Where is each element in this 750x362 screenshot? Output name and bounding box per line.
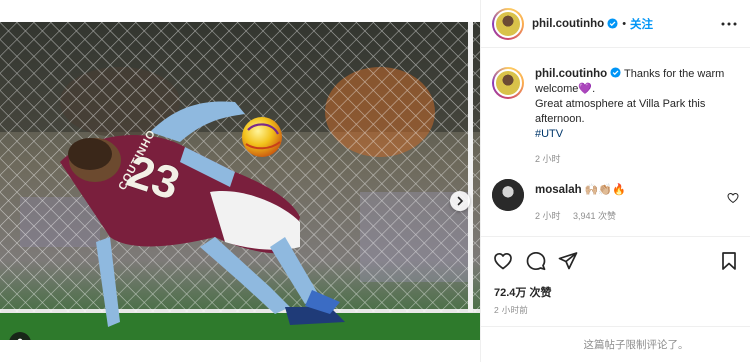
caption-text-line2: Great atmosphere at Villa Park this afte… [535, 98, 706, 125]
share-button[interactable] [557, 250, 579, 272]
post-modal: COUTINHO 23 phil.coutinho • 关注 phil.cout… [0, 0, 750, 362]
post-media[interactable]: COUTINHO 23 [0, 22, 480, 340]
post-age: 2 小时前 [494, 305, 529, 315]
caption-timestamp: 2 小时 [535, 154, 561, 164]
more-options-button[interactable] [720, 15, 738, 33]
user-tag-icon [17, 338, 23, 340]
caption-username[interactable]: phil.coutinho [535, 68, 607, 80]
comment-item: mosalah 🙌🏼👏🏼🔥 2 小时 3,941 次赞 [492, 179, 742, 224]
comment-like-heart-icon[interactable] [727, 192, 739, 204]
heart-icon [494, 252, 512, 270]
caption-hashtag[interactable]: #UTV [535, 127, 740, 142]
bookmark-icon [722, 252, 736, 270]
carousel-next-button[interactable] [450, 191, 470, 211]
likes-count[interactable]: 72.4万 次赞 [494, 284, 551, 300]
verified-badge-icon [610, 67, 621, 78]
paper-plane-icon [558, 252, 578, 270]
verified-badge-icon [607, 18, 618, 29]
separator: • [622, 17, 627, 30]
author-username[interactable]: phil.coutinho [532, 18, 604, 30]
post-sidebar: phil.coutinho • 关注 phil.coutinho Thanks … [480, 0, 750, 362]
save-button[interactable] [718, 250, 740, 272]
comments-section: phil.coutinho Thanks for the warm welcom… [481, 49, 750, 235]
like-button[interactable] [492, 250, 514, 272]
author-avatar[interactable] [492, 7, 524, 40]
follow-button[interactable]: 关注 [630, 16, 653, 32]
comment-text: 🙌🏼👏🏼🔥 [581, 184, 626, 196]
comment-button[interactable] [525, 250, 547, 272]
chevron-right-icon [457, 196, 464, 206]
post-photo [0, 22, 480, 340]
commenter-username[interactable]: mosalah [535, 184, 582, 196]
caption-avatar[interactable] [492, 67, 524, 99]
post-header: phil.coutinho • 关注 [481, 0, 750, 48]
comment-bubble-icon [526, 251, 546, 271]
post-caption: phil.coutinho Thanks for the warm welcom… [492, 67, 742, 167]
commenter-avatar[interactable] [492, 179, 524, 211]
post-actions: 72.4万 次赞 2 小时前 [481, 236, 750, 326]
more-horizontal-icon [721, 22, 737, 26]
comment-likes[interactable]: 3,941 次赞 [573, 211, 616, 221]
comment-timestamp: 2 小时 [535, 211, 561, 221]
comments-restricted-notice: 这篇帖子限制评论了。 [481, 326, 750, 362]
